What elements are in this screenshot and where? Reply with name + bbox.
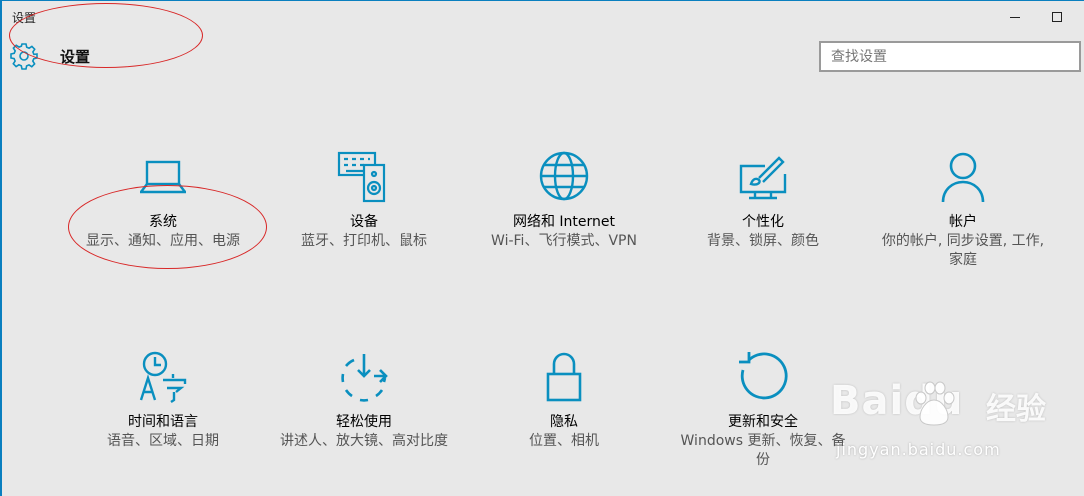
tile-title: 时间和语言 xyxy=(128,414,198,430)
tile-description: 语音、区域、日期 xyxy=(107,433,219,449)
tile-system[interactable]: 系统 显示、通知、应用、电源 xyxy=(68,150,258,251)
window-frame-top xyxy=(0,0,1084,1)
paint-brush-icon xyxy=(739,156,787,200)
tile-title: 设备 xyxy=(350,214,378,230)
ease-of-access-icon xyxy=(341,354,388,402)
lock-icon xyxy=(546,352,582,402)
tile-ease-of-access[interactable]: 轻松使用 讲述人、放大镜、高对比度 xyxy=(269,350,459,451)
update-icon xyxy=(739,352,788,400)
maximize-button[interactable] xyxy=(1044,4,1070,30)
tile-description: 你的帐户, 同步设置, 工作, 家庭 xyxy=(881,233,1045,268)
tile-description: 蓝牙、打印机、鼠标 xyxy=(301,233,427,249)
watermark: Baidu 经验 jingyan.baidu.com xyxy=(830,378,1060,488)
window-title: 设置 xyxy=(12,11,37,25)
tile-time-language[interactable]: 时间和语言 语音、区域、日期 xyxy=(68,350,258,451)
tile-privacy[interactable]: 隐私 位置、相机 xyxy=(469,350,659,451)
tile-devices[interactable]: 设备 蓝牙、打印机、鼠标 xyxy=(269,150,459,251)
tile-title: 轻松使用 xyxy=(336,414,392,430)
tile-description: 位置、相机 xyxy=(529,433,599,449)
watermark-cn: 经验 xyxy=(986,392,1046,427)
tile-personalization[interactable]: 个性化 背景、锁屏、颜色 xyxy=(668,150,858,251)
tile-description: Wi-Fi、飞行模式、VPN xyxy=(491,233,637,249)
tile-accounts[interactable]: 帐户 你的帐户, 同步设置, 工作, 家庭 xyxy=(868,150,1058,270)
maximize-icon xyxy=(1052,12,1062,22)
tile-description: 显示、通知、应用、电源 xyxy=(86,233,240,249)
page-header: 设置 xyxy=(10,42,90,70)
globe-icon xyxy=(539,151,589,201)
minimize-icon xyxy=(1010,16,1020,18)
person-icon xyxy=(941,152,985,203)
tile-description: 讲述人、放大镜、高对比度 xyxy=(280,433,448,449)
tile-description: 背景、锁屏、颜色 xyxy=(707,233,819,249)
tile-network[interactable]: 网络和 Internet Wi-Fi、飞行模式、VPN xyxy=(469,150,659,251)
window-frame-left xyxy=(0,0,2,496)
minimize-button[interactable] xyxy=(1002,4,1028,30)
tile-title: 系统 xyxy=(149,214,177,230)
paw-icon xyxy=(915,381,955,426)
tile-title: 隐私 xyxy=(550,414,578,430)
search-input[interactable] xyxy=(819,41,1081,72)
tile-title: 帐户 xyxy=(949,214,977,230)
tile-title: 网络和 Internet xyxy=(512,214,616,230)
devices-icon xyxy=(337,151,386,203)
tile-title: 个性化 xyxy=(742,214,784,230)
gear-icon xyxy=(10,43,38,70)
laptop-icon xyxy=(140,160,186,194)
time-language-icon xyxy=(139,351,187,403)
watermark-url: jingyan.baidu.com xyxy=(836,440,1001,459)
page-title: 设置 xyxy=(60,47,91,66)
